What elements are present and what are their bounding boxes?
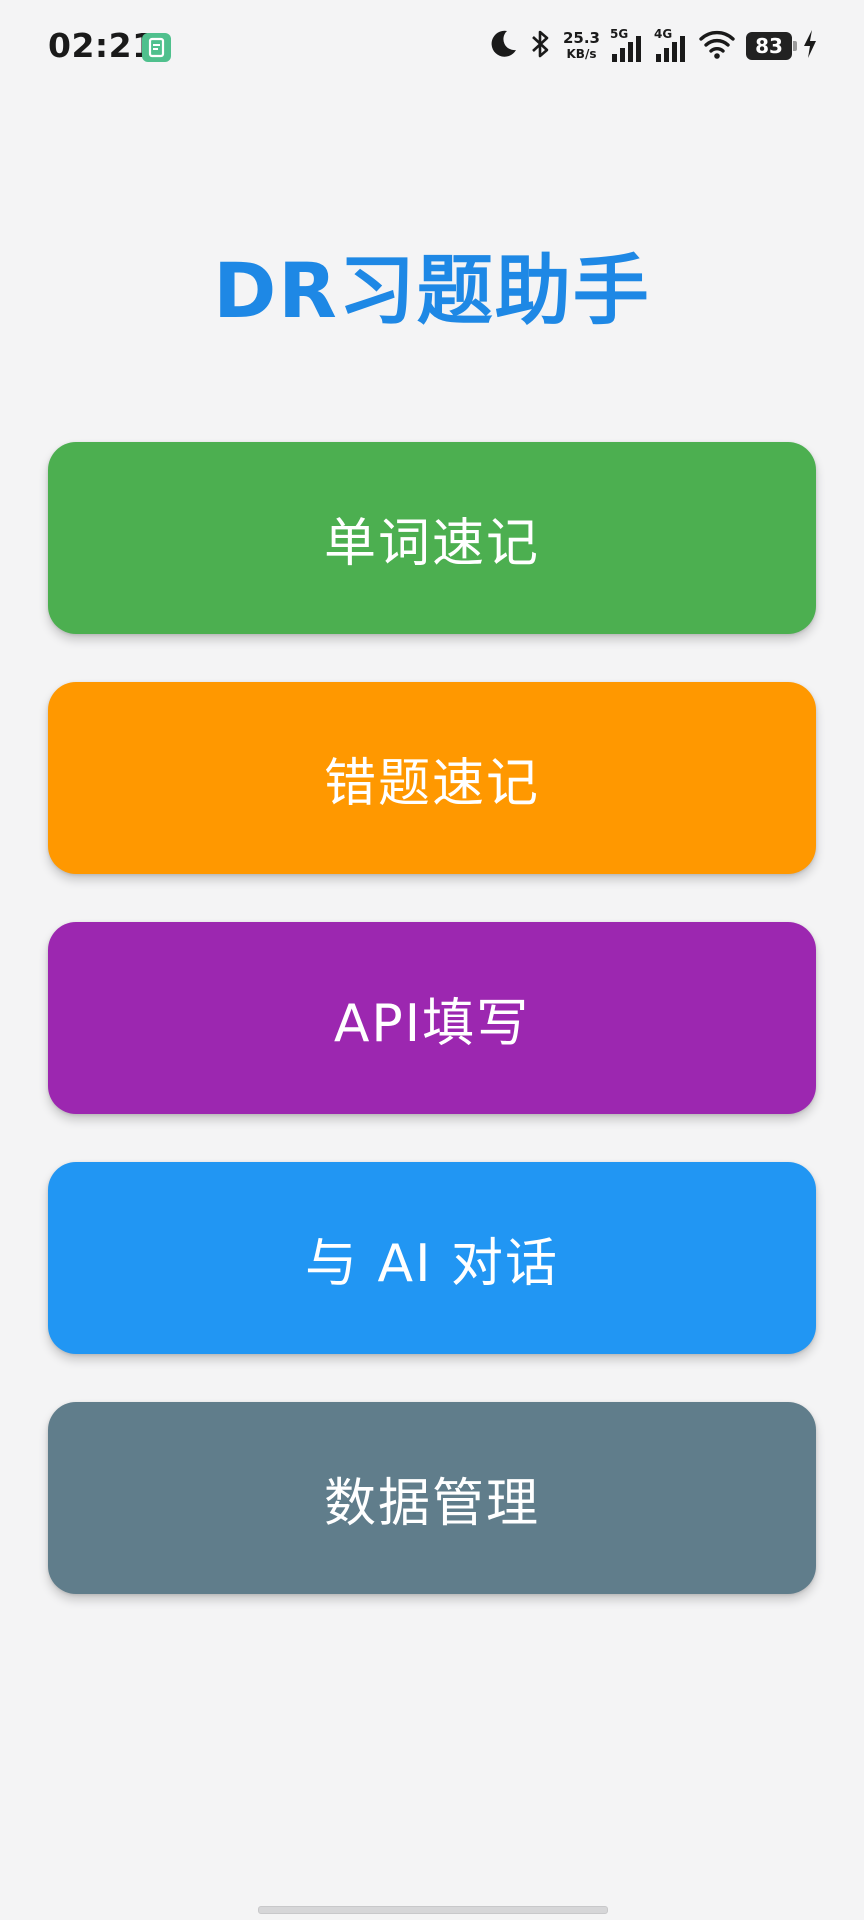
sim1-signal: 5G [610,28,644,64]
app-notification-icon [142,33,171,62]
home-indicator[interactable] [258,1906,608,1914]
main-menu: 单词速记 错题速记 API填写 与 AI 对话 数据管理 [48,442,816,1642]
wifi-icon [698,28,736,64]
app-title: DR习题助手 [213,246,651,335]
status-time: 02:21 [48,26,156,65]
net-speed-value: 25.3 [562,29,600,47]
net-speed-unit: KB/s [566,47,597,61]
battery-indicator: 83 [746,32,797,60]
bluetooth-icon [529,28,553,64]
sim2-signal: 4G [654,28,688,64]
status-icons: 25.3 KB/s 5G 4G 83 [487,24,818,68]
status-bar: 02:21 25.3 KB/s 5G 4G 83 [0,0,864,92]
charging-bolt-icon [802,29,818,63]
moon-icon [487,28,519,64]
word-memorize-button[interactable]: 单词速记 [48,442,816,634]
api-settings-button[interactable]: API填写 [48,922,816,1114]
sim1-tech: 5G [610,27,629,41]
net-speed: 25.3 KB/s [563,30,600,62]
data-management-button[interactable]: 数据管理 [48,1402,816,1594]
ai-chat-button[interactable]: 与 AI 对话 [48,1162,816,1354]
mistake-memorize-button[interactable]: 错题速记 [48,682,816,874]
sim2-tech: 4G [654,27,673,41]
